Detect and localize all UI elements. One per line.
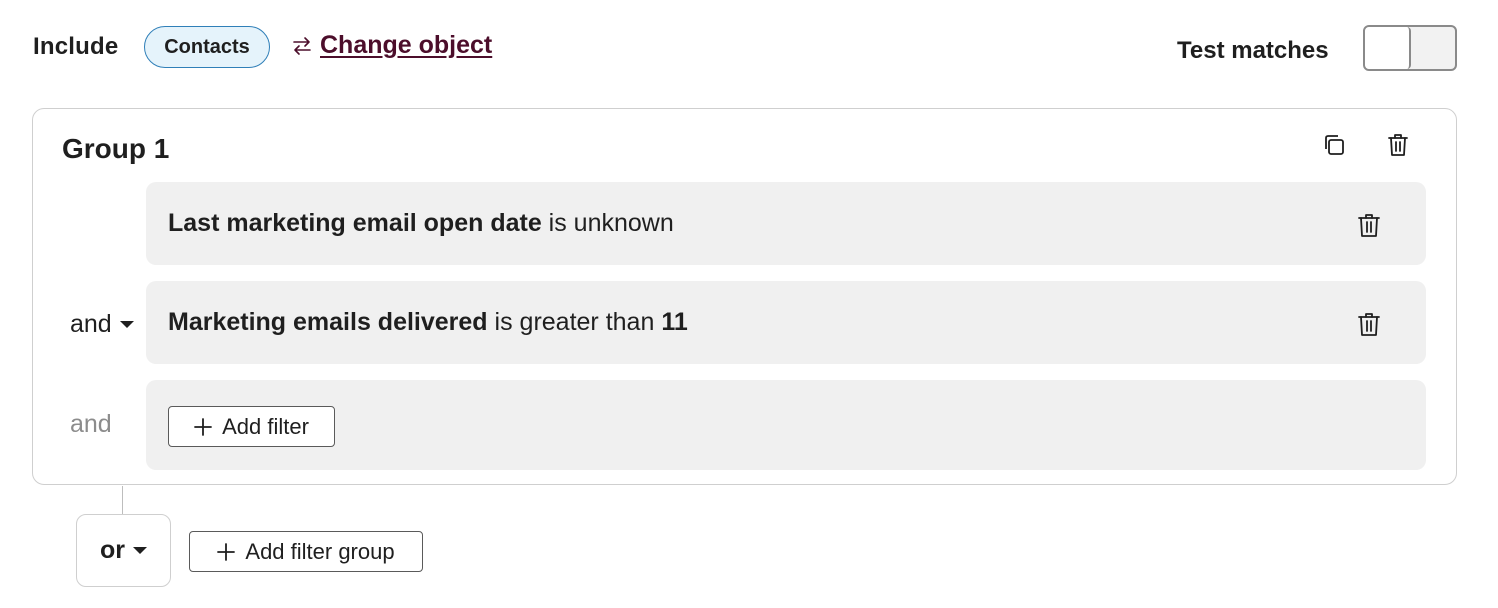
filter-operator: is unknown xyxy=(541,209,674,237)
filter-property: Marketing emails delivered xyxy=(168,308,488,336)
include-label: Include xyxy=(33,33,119,60)
add-filter-row: Add filter xyxy=(146,380,1426,470)
add-filter-label: Add filter xyxy=(222,413,309,439)
or-label: or xyxy=(100,536,125,564)
connector-label: and xyxy=(70,409,112,438)
trash-icon[interactable] xyxy=(1384,131,1412,159)
trash-icon[interactable] xyxy=(1356,211,1382,239)
caret-down-icon xyxy=(119,320,134,328)
group-connector-line xyxy=(122,486,123,515)
and-connector-label: and xyxy=(70,408,112,440)
copy-icon[interactable] xyxy=(1320,131,1348,159)
test-matches-label: Test matches xyxy=(1177,37,1329,64)
change-object-link[interactable]: Change object xyxy=(320,31,492,60)
plus-icon xyxy=(194,417,212,436)
add-filter-button[interactable]: Add filter xyxy=(168,406,335,447)
add-filter-group-label: Add filter group xyxy=(245,538,395,564)
test-matches-toggle[interactable] xyxy=(1363,25,1457,71)
filter-description: Marketing emails delivered is greater th… xyxy=(168,281,688,364)
filter-description: Last marketing email open date is unknow… xyxy=(168,182,674,265)
trash-icon[interactable] xyxy=(1356,310,1382,338)
filter-row[interactable]: Marketing emails delivered is greater th… xyxy=(146,281,1426,364)
object-pill-contacts: Contacts xyxy=(144,26,270,68)
add-filter-group-button[interactable]: Add filter group xyxy=(189,531,423,572)
and-connector-dropdown[interactable]: and xyxy=(70,308,134,340)
filter-property: Last marketing email open date xyxy=(168,209,542,237)
connector-label: and xyxy=(70,309,112,338)
swap-arrows-icon xyxy=(293,37,311,55)
filter-operator: is greater than xyxy=(487,308,662,336)
or-connector-dropdown[interactable]: or xyxy=(76,514,171,587)
caret-down-icon xyxy=(133,547,147,554)
toggle-knob xyxy=(1365,27,1411,69)
filter-value: 11 xyxy=(661,308,688,336)
plus-icon xyxy=(217,542,236,561)
group-title: Group 1 xyxy=(62,133,170,164)
filter-row[interactable]: Last marketing email open date is unknow… xyxy=(146,182,1426,265)
